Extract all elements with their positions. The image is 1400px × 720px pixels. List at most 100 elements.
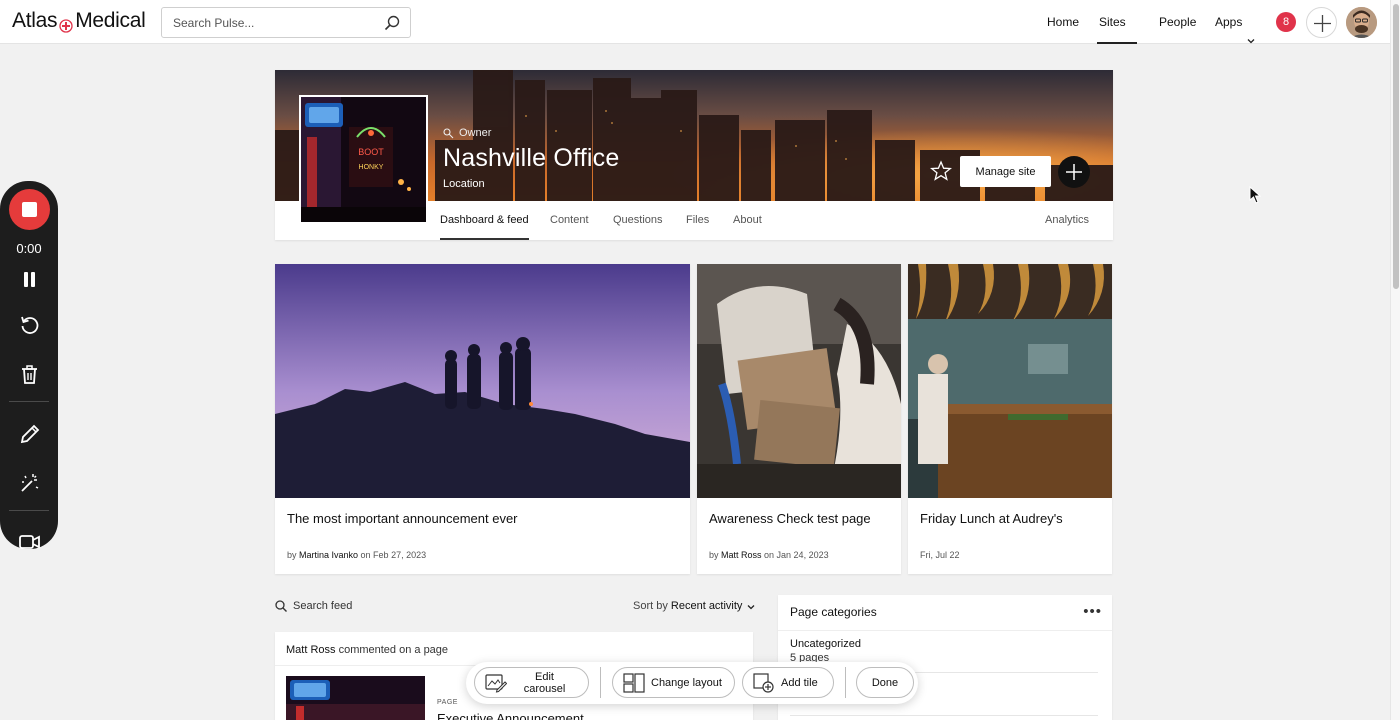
- site-header-card: BOOT HONKY Owner Nashville Office Locati…: [275, 70, 1113, 240]
- pause-icon[interactable]: [19, 269, 40, 290]
- nav-apps[interactable]: Apps: [1215, 0, 1255, 44]
- plus-icon: [1066, 164, 1082, 180]
- add-tile-icon: [753, 672, 774, 693]
- chevron-down-icon: [1247, 19, 1255, 44]
- svg-text:HONKY: HONKY: [359, 164, 384, 171]
- search-feed-button[interactable]: Search feed: [275, 600, 352, 612]
- site-thumbnail-image: BOOT HONKY: [299, 95, 428, 224]
- feed-post-header: Matt Ross commented on a page: [286, 644, 448, 656]
- edit-carousel-button[interactable]: Edit carousel: [474, 667, 589, 698]
- notifications-badge[interactable]: 8: [1276, 12, 1296, 32]
- layout-edit-toolbar: Edit carousel Change layout Add tile Don…: [466, 662, 918, 704]
- stop-icon: [22, 202, 37, 217]
- owner-label: Owner: [459, 127, 492, 139]
- key-icon: [443, 127, 454, 138]
- category-link[interactable]: Uncategorized: [790, 638, 861, 650]
- user-avatar[interactable]: [1346, 7, 1377, 38]
- sort-prefix: Sort by: [633, 600, 671, 612]
- carousel-tile-image: [275, 264, 690, 498]
- svg-text:BOOT: BOOT: [358, 147, 384, 157]
- meta-date: on Jan 24, 2023: [761, 550, 829, 560]
- restart-icon[interactable]: [19, 315, 40, 336]
- meta-by: by: [709, 550, 722, 560]
- author-link[interactable]: Martina Ivanko: [299, 550, 358, 560]
- nav-sites-label: Sites: [1099, 15, 1126, 29]
- edit-carousel-icon: [485, 673, 507, 693]
- carousel-tile[interactable]: The most important announcement ever by …: [275, 264, 690, 574]
- atlas-medical-logo[interactable]: Atlas Medical: [12, 9, 146, 33]
- layout-icon: [623, 672, 645, 693]
- owner-indicator: Owner: [443, 127, 491, 139]
- create-new-button[interactable]: [1306, 7, 1337, 38]
- site-location-label: Location: [443, 178, 485, 190]
- search-icon[interactable]: [384, 15, 400, 31]
- toolbar-divider: [845, 667, 846, 698]
- screen-recorder-toolbar: 0:00: [0, 181, 58, 549]
- add-tile-button[interactable]: Add tile: [742, 667, 834, 698]
- carousel-tile-title[interactable]: Friday Lunch at Audrey's: [920, 511, 1063, 526]
- carousel-tile[interactable]: Awareness Check test page by Matt Ross o…: [697, 264, 901, 574]
- add-tile-label: Add tile: [781, 676, 818, 689]
- feed-action-text: commented on a page: [335, 644, 449, 656]
- nav-people[interactable]: People: [1159, 0, 1196, 44]
- feed-actor-link[interactable]: Matt Ross: [286, 644, 336, 656]
- nav-people-label: People: [1159, 15, 1197, 29]
- search-icon: [275, 600, 287, 612]
- carousel-tile-title[interactable]: Awareness Check test page: [709, 511, 871, 526]
- logo-text-left: Atlas: [12, 9, 58, 32]
- change-layout-label: Change layout: [651, 676, 722, 689]
- tab-dashboard-feed[interactable]: Dashboard & feed: [440, 201, 529, 240]
- global-search-input[interactable]: [173, 16, 373, 30]
- tab-files[interactable]: Files: [686, 201, 709, 240]
- page-scrollbar[interactable]: [1390, 0, 1400, 720]
- add-content-button[interactable]: [1058, 156, 1090, 188]
- sort-value: Recent activity: [670, 600, 743, 612]
- medical-cross-icon: [59, 15, 73, 33]
- mouse-pointer-icon: [1249, 185, 1262, 204]
- carousel-tile-image: [697, 264, 901, 498]
- sort-dropdown[interactable]: Sort by Recent activity: [633, 600, 755, 612]
- plus-icon: [1314, 15, 1331, 32]
- nav-sites[interactable]: Sites: [1097, 0, 1137, 88]
- meta-date: on Feb 27, 2023: [358, 550, 427, 560]
- top-navigation-bar: Atlas Medical Home Sites People Apps 8: [0, 0, 1390, 88]
- more-options-icon[interactable]: •••: [1083, 603, 1102, 620]
- scrollbar-thumb[interactable]: [1393, 4, 1399, 289]
- feed-content-type: PAGE: [437, 699, 458, 706]
- widget-title: Page categories: [790, 605, 877, 619]
- pen-draw-icon[interactable]: [19, 424, 40, 445]
- manage-site-button[interactable]: Manage site: [960, 156, 1051, 187]
- feed-page-title[interactable]: Executive Announcement: [437, 711, 584, 720]
- chevron-down-icon: [747, 602, 755, 610]
- edit-carousel-label: Edit carousel: [523, 670, 566, 695]
- stop-recording-button[interactable]: [9, 189, 50, 230]
- analytics-link[interactable]: Analytics: [1045, 201, 1089, 240]
- toolbar-divider: [600, 667, 601, 698]
- camera-icon[interactable]: [19, 531, 40, 549]
- carousel-tile-meta: by Matt Ross on Jan 24, 2023: [709, 550, 829, 560]
- done-button[interactable]: Done: [856, 667, 914, 698]
- magic-effects-icon[interactable]: [19, 472, 40, 493]
- search-feed-label: Search feed: [293, 600, 353, 612]
- toolbar-divider: [9, 510, 49, 511]
- favorite-star-icon[interactable]: [929, 160, 953, 182]
- carousel-tile-meta: by Martina Ivanko on Feb 27, 2023: [287, 550, 426, 560]
- carousel-tile-title[interactable]: The most important announcement ever: [287, 511, 518, 526]
- nav-home[interactable]: Home: [1047, 0, 1079, 44]
- global-search-box[interactable]: [161, 7, 411, 38]
- author-link[interactable]: Matt Ross: [721, 550, 762, 560]
- recording-timer: 0:00: [16, 241, 42, 256]
- site-title: Nashville Office: [443, 144, 620, 172]
- carousel-tile[interactable]: Friday Lunch at Audrey's Fri, Jul 22: [908, 264, 1112, 574]
- divider: [778, 630, 1112, 631]
- meta-by: by: [287, 550, 300, 560]
- toolbar-divider: [9, 401, 49, 402]
- tab-questions[interactable]: Questions: [613, 201, 663, 240]
- trash-icon[interactable]: [19, 364, 40, 385]
- change-layout-button[interactable]: Change layout: [612, 667, 735, 698]
- tab-about[interactable]: About: [733, 201, 762, 240]
- carousel-tile-image: [908, 264, 1112, 498]
- logo-text-right: Medical: [75, 9, 146, 32]
- feed-page-thumbnail[interactable]: [286, 676, 425, 720]
- tab-content[interactable]: Content: [550, 201, 589, 240]
